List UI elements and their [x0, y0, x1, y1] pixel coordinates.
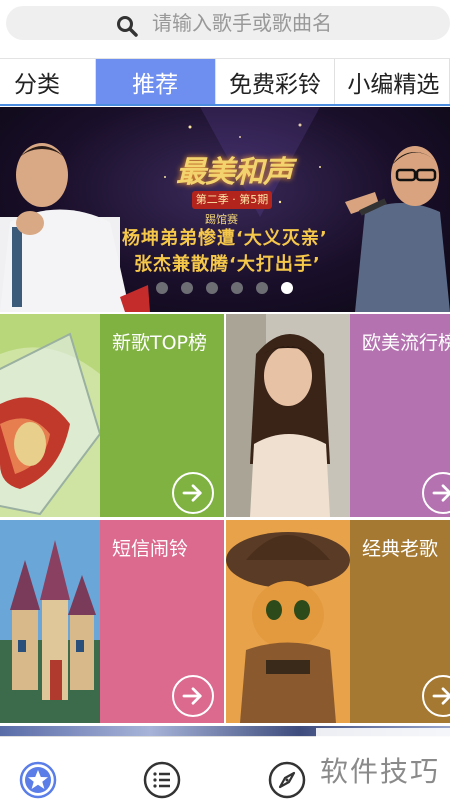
tile-classic-oldies[interactable]: 经典老歌 — [226, 520, 450, 723]
tile-panel: 经典老歌 — [350, 520, 450, 723]
arrow-right-icon[interactable] — [172, 675, 214, 717]
search-placeholder: 请输入歌手或歌曲名 — [152, 11, 332, 35]
tile-panel: 新歌TOP榜 — [100, 314, 224, 517]
carousel-dot[interactable] — [206, 282, 218, 294]
banner-headline-1: 杨坤弟弟惨遭‘大义灭亲’ — [122, 228, 328, 249]
search-bar: 请输入歌手或歌曲名 — [0, 0, 450, 56]
tile-panel: 短信闹铃 — [100, 520, 224, 723]
arrow-right-icon[interactable] — [422, 472, 450, 514]
compass-icon[interactable] — [268, 761, 306, 799]
arrow-right-icon[interactable] — [172, 472, 214, 514]
tab-recommended[interactable]: 推荐 — [95, 59, 216, 104]
tab-free-ringtones[interactable]: 免费彩铃 — [216, 59, 336, 104]
carousel-dot[interactable] — [256, 282, 268, 294]
carousel-dot[interactable] — [156, 282, 168, 294]
watermark: 软件技巧 — [320, 755, 441, 788]
list-icon[interactable] — [143, 761, 181, 799]
singer-left-image — [0, 143, 150, 312]
star-icon[interactable] — [19, 761, 57, 799]
tile-sms-alarm[interactable]: 短信闹铃 — [0, 520, 224, 723]
tile-label: 短信闹铃 — [112, 538, 189, 560]
carousel-dot[interactable] — [231, 282, 243, 294]
banner-season-badge: 第二季 · 第5期 — [192, 191, 272, 209]
tab-editor-picks[interactable]: 小编精选 — [335, 59, 450, 104]
tile-western-pop[interactable]: 欧美流行榜 — [226, 314, 450, 517]
tile-image-glass-jar — [0, 314, 100, 517]
tile-label: 欧美流行榜 — [362, 332, 450, 354]
carousel-dot-active[interactable] — [281, 282, 293, 294]
tile-panel: 欧美流行榜 — [350, 314, 450, 517]
singer-right-image — [345, 146, 450, 312]
promo-banner[interactable]: 最美和声 第二季 · 第5期 踢馆赛 杨坤弟弟惨遭‘大义灭亲’ 张杰兼散腾‘大打… — [0, 107, 450, 312]
carousel-dot[interactable] — [181, 282, 193, 294]
tile-label: 经典老歌 — [362, 538, 439, 560]
tile-image-castle — [0, 520, 100, 723]
tile-image-woman — [226, 314, 350, 517]
category-tabs: 分类 推荐 免费彩铃 小编精选 — [0, 58, 450, 106]
search-input[interactable]: 请输入歌手或歌曲名 — [6, 6, 450, 40]
tile-label: 新歌TOP榜 — [112, 332, 208, 354]
arrow-right-icon[interactable] — [422, 675, 450, 717]
carousel-indicators — [156, 282, 293, 294]
tile-image-puss-in-boots — [226, 520, 350, 723]
tab-category[interactable]: 分类 — [0, 59, 96, 104]
search-icon — [117, 16, 138, 37]
banner-headline-2: 张杰兼散腾‘大打出手’ — [134, 254, 321, 275]
tile-new-songs-top[interactable]: 新歌TOP榜 — [0, 314, 224, 517]
banner-show-title: 最美和声 — [176, 155, 293, 190]
